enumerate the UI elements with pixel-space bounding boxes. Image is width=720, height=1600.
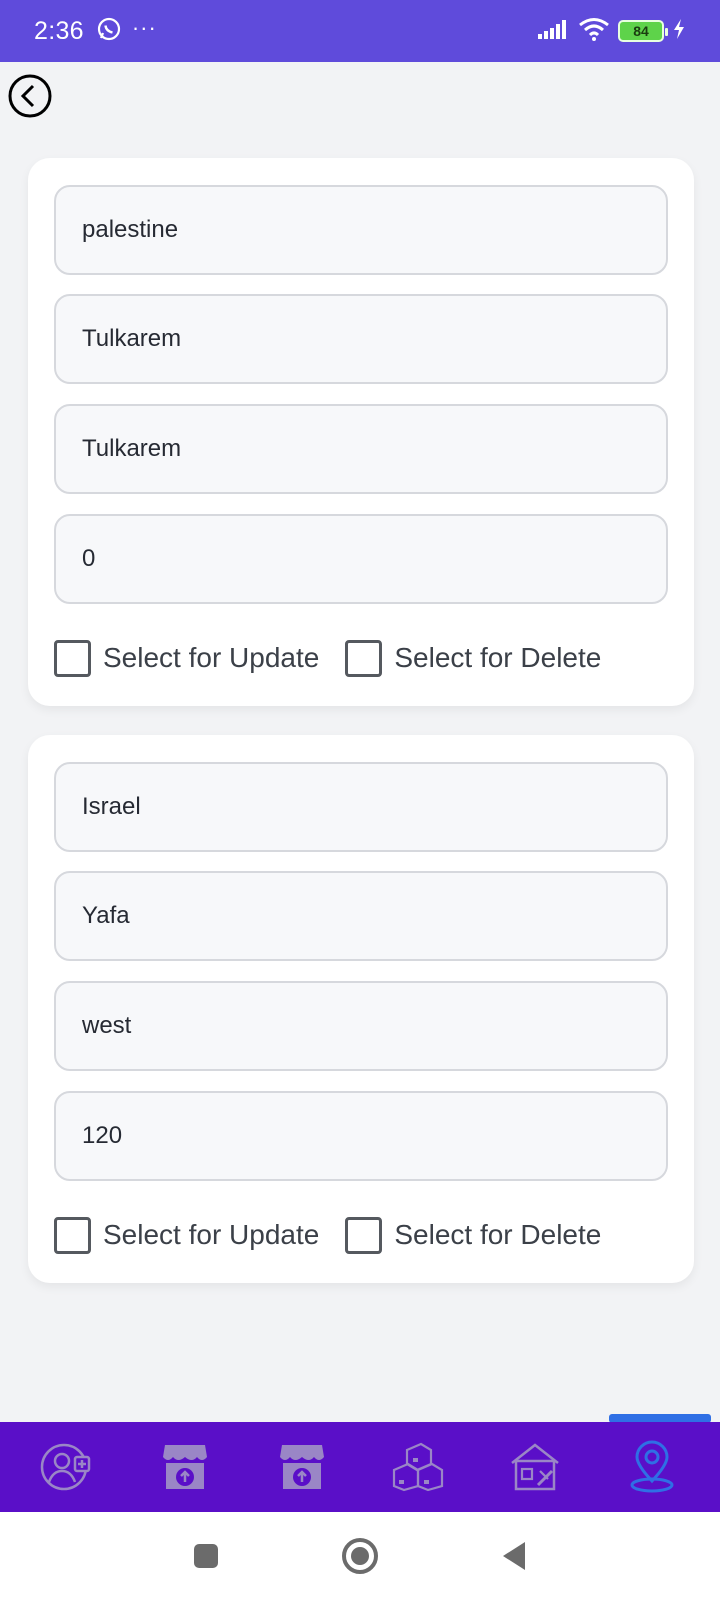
status-time: 2:36 — [34, 16, 84, 45]
price-field[interactable]: 120 — [54, 1091, 668, 1181]
country-field[interactable]: Israel — [54, 762, 668, 852]
boxes-icon — [393, 1442, 444, 1492]
country-field[interactable]: palestine — [54, 185, 668, 275]
city-field[interactable]: Yafa — [54, 871, 668, 961]
battery-level: 84 — [633, 23, 649, 39]
selection-row: Select for Update Select for Delete — [54, 1215, 627, 1255]
select-delete-checkbox[interactable] — [345, 639, 383, 677]
notification-icons: ··· — [96, 15, 157, 47]
chevron-left-icon — [8, 74, 52, 118]
square-icon — [194, 1544, 218, 1568]
select-update-label: Select for Update — [103, 1219, 320, 1250]
bottom-navigation — [0, 1422, 720, 1512]
signal-icon — [538, 18, 570, 45]
nav-store-upload[interactable] — [272, 1437, 332, 1497]
area-field[interactable]: Tulkarem — [54, 404, 668, 494]
location-card: Israel Yafa west 120 Select for Update S… — [28, 735, 694, 1283]
select-delete-option[interactable]: Select for Delete — [345, 1216, 602, 1254]
nav-warehouse[interactable] — [505, 1437, 565, 1497]
select-delete-label: Select for Delete — [394, 1219, 602, 1250]
add-user-icon — [41, 1443, 91, 1491]
select-update-checkbox[interactable] — [54, 639, 91, 677]
battery-icon: 84 — [618, 20, 668, 42]
location-card: palestine Tulkarem Tulkarem 0 Select for… — [28, 158, 694, 706]
select-update-checkbox[interactable] — [54, 1216, 91, 1254]
price-field[interactable]: 0 — [54, 514, 668, 604]
select-update-option[interactable]: Select for Update — [54, 1216, 320, 1254]
nav-store-upload[interactable] — [155, 1437, 215, 1497]
select-update-option[interactable]: Select for Update — [54, 639, 320, 677]
nav-boxes[interactable] — [388, 1437, 448, 1497]
triangle-back-icon — [503, 1542, 525, 1570]
home-circle-icon — [342, 1538, 378, 1574]
home-button[interactable] — [338, 1534, 382, 1578]
whatsapp-icon — [96, 16, 122, 47]
nav-locations[interactable] — [622, 1437, 682, 1497]
more-dots-icon: ··· — [131, 15, 157, 40]
store-upload-icon — [162, 1445, 207, 1489]
nav-add-user[interactable] — [38, 1437, 98, 1497]
charging-icon — [672, 18, 686, 45]
warehouse-icon — [511, 1443, 559, 1491]
location-pin-icon — [630, 1440, 674, 1493]
area-field[interactable]: west — [54, 981, 668, 1071]
recent-apps-button[interactable] — [184, 1534, 228, 1578]
system-navigation-bar — [0, 1512, 720, 1600]
wifi-icon — [578, 17, 610, 46]
store-upload-icon — [279, 1445, 324, 1489]
status-bar: 2:36 ··· 84 — [0, 0, 720, 62]
select-update-label: Select for Update — [103, 642, 320, 673]
selection-row: Select for Update Select for Delete — [54, 638, 627, 678]
select-delete-checkbox[interactable] — [345, 1216, 383, 1254]
back-button[interactable] — [6, 72, 54, 120]
select-delete-option[interactable]: Select for Delete — [345, 639, 602, 677]
select-delete-label: Select for Delete — [394, 642, 602, 673]
city-field[interactable]: Tulkarem — [54, 294, 668, 384]
back-nav-button[interactable] — [492, 1534, 536, 1578]
